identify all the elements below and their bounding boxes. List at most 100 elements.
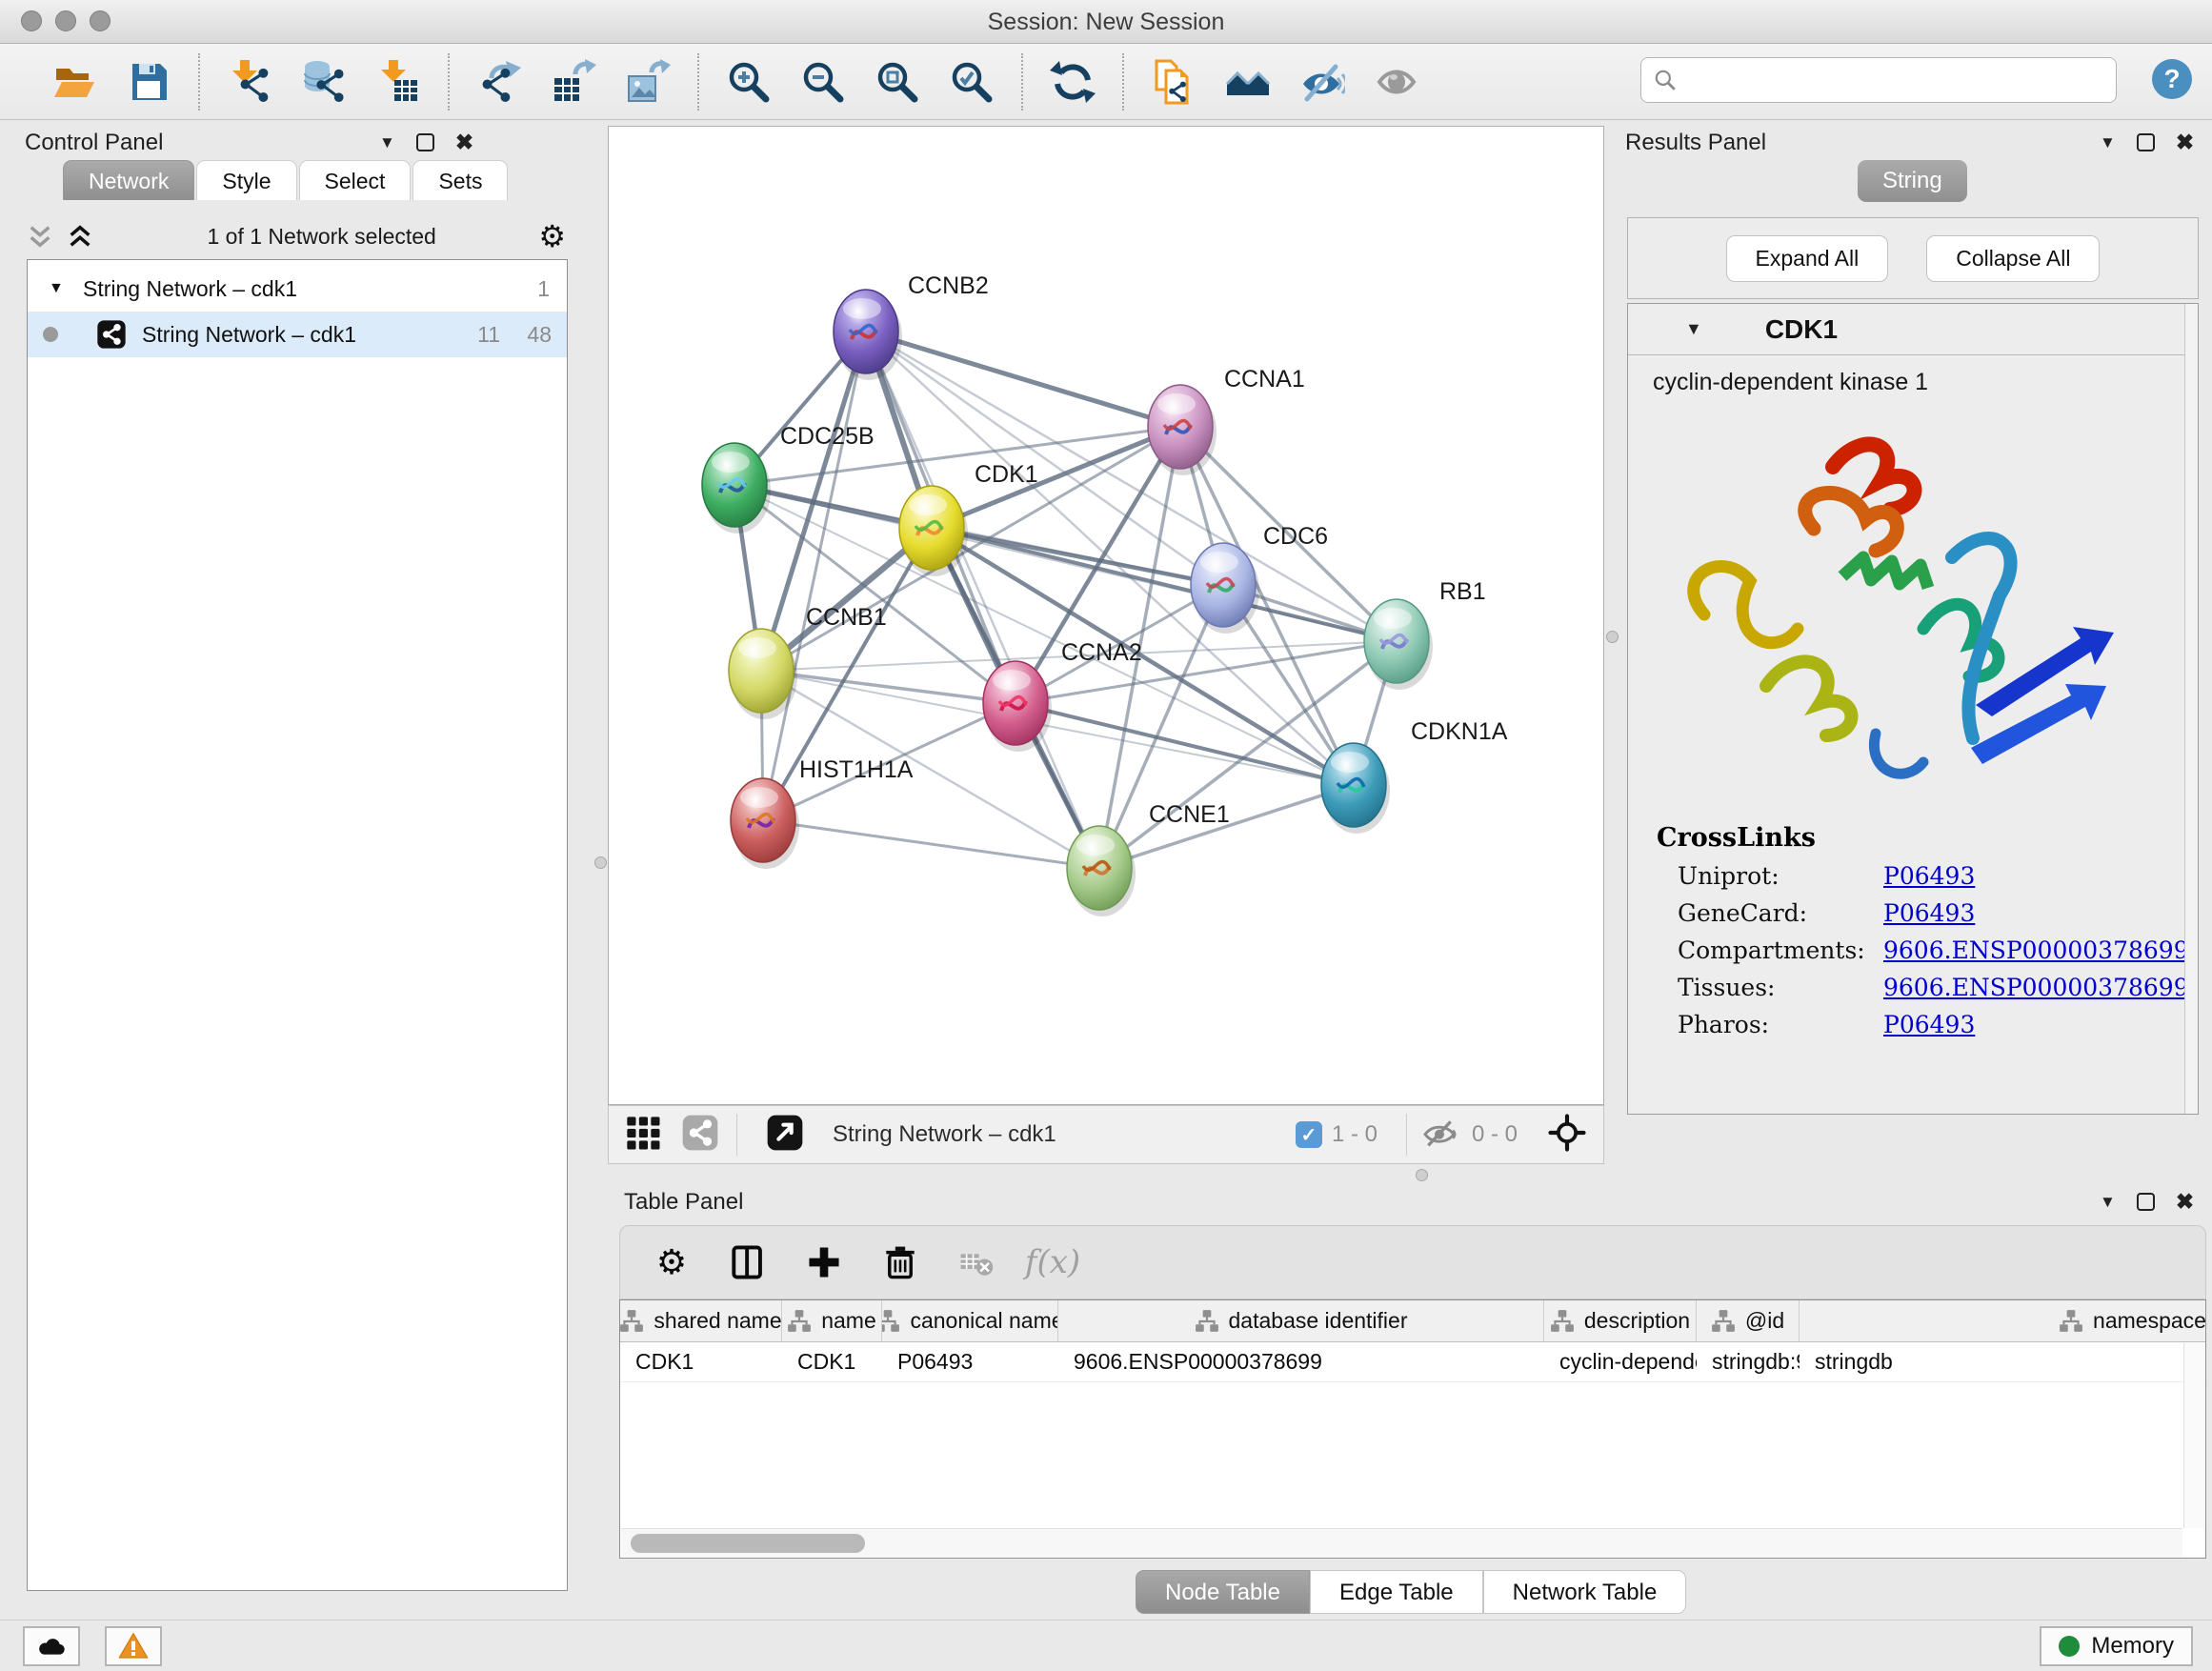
network-tree: ▼ String Network – cdk1 1 String Network… bbox=[27, 259, 568, 1591]
column-header-canonical-name[interactable]: canonical name bbox=[882, 1300, 1058, 1341]
selected-counter: ✓ 1 - 0 bbox=[1296, 1121, 1377, 1148]
tab-sets[interactable]: Sets bbox=[412, 160, 508, 200]
column-header-shared-name[interactable]: shared name bbox=[620, 1300, 782, 1341]
zoom-in-button[interactable] bbox=[724, 57, 774, 107]
birdseye-crosshair-icon[interactable] bbox=[1548, 1114, 1590, 1156]
node-label-CCNB1: CCNB1 bbox=[806, 604, 887, 631]
tab-network[interactable]: Network bbox=[63, 160, 194, 200]
edge-CCNB2-CCNE1[interactable] bbox=[866, 332, 1099, 868]
cloud-button[interactable] bbox=[23, 1626, 80, 1666]
column-header-namespace[interactable]: namespace bbox=[1800, 1300, 2206, 1341]
tab-node-table[interactable]: Node Table bbox=[1136, 1570, 1310, 1614]
collection-expand-icon[interactable]: ▼ bbox=[49, 280, 68, 297]
expand-all-networks-icon[interactable] bbox=[65, 221, 95, 252]
results-scrollbar[interactable] bbox=[2184, 304, 2198, 1114]
column-header--id[interactable]: @id bbox=[1697, 1300, 1800, 1341]
control-panel-menu-icon[interactable]: ▼ bbox=[379, 133, 395, 152]
column-header-database-identifier[interactable]: database identifier bbox=[1058, 1300, 1544, 1341]
scrollbar-thumb[interactable] bbox=[631, 1534, 865, 1553]
memory-label: Memory bbox=[2091, 1633, 2174, 1660]
table-columns-button[interactable] bbox=[727, 1241, 769, 1283]
zoom-out-button[interactable] bbox=[798, 57, 848, 107]
node-label-CDC25B: CDC25B bbox=[780, 423, 875, 450]
show-all-button[interactable] bbox=[1372, 57, 1421, 107]
results-panel-menu-icon[interactable]: ▼ bbox=[2100, 133, 2116, 152]
edge-CCNB2-RB1[interactable] bbox=[866, 332, 1397, 641]
tab-network-table[interactable]: Network Table bbox=[1483, 1570, 1687, 1614]
search-input[interactable] bbox=[1678, 67, 2104, 93]
toolbar-group bbox=[1124, 57, 1446, 107]
warnings-button[interactable] bbox=[105, 1626, 162, 1666]
table-horizontal-scrollbar[interactable] bbox=[621, 1528, 2182, 1557]
network-canvas[interactable]: CCNB2CCNA1CDC25BCDK1CDC6RB1CCNB1CCNA2CDK… bbox=[608, 126, 1604, 1105]
expand-all-button[interactable]: Expand All bbox=[1726, 235, 1889, 282]
horizontal-divider-grip[interactable] bbox=[1416, 1169, 1428, 1181]
results-panel-float-icon[interactable] bbox=[2137, 133, 2155, 151]
export-network-file-button[interactable] bbox=[474, 57, 524, 107]
right-divider-grip[interactable] bbox=[1606, 631, 1619, 643]
import-network-database-button[interactable] bbox=[299, 57, 349, 107]
detach-view-icon[interactable] bbox=[766, 1114, 808, 1156]
string-import-button[interactable] bbox=[1149, 57, 1198, 107]
refresh-button[interactable] bbox=[1048, 57, 1097, 107]
collapse-all-button[interactable]: Collapse All bbox=[1926, 235, 2100, 282]
import-network-file-button[interactable] bbox=[225, 57, 274, 107]
crosslink-link[interactable]: P06493 bbox=[1883, 862, 1975, 890]
tab-style[interactable]: Style bbox=[196, 160, 296, 200]
open-session-button[interactable] bbox=[50, 57, 99, 107]
table-remove-button[interactable] bbox=[955, 1241, 997, 1283]
collapse-all-networks-icon[interactable] bbox=[25, 221, 55, 252]
edge-CCNA2-CDKN1A[interactable] bbox=[1016, 703, 1354, 785]
protein-card-header[interactable]: ▼ CDK1 bbox=[1628, 304, 2198, 355]
table-panel-float-icon[interactable] bbox=[2137, 1193, 2155, 1211]
table-gear-button[interactable]: ⚙ bbox=[651, 1241, 693, 1283]
grid-view-icon[interactable] bbox=[624, 1114, 666, 1156]
control-panel-float-icon[interactable] bbox=[416, 133, 434, 151]
export-image-file-button[interactable] bbox=[623, 57, 673, 107]
left-divider-grip[interactable] bbox=[594, 856, 607, 869]
table-tabs: Node TableEdge TableNetwork Table bbox=[1136, 1570, 1686, 1614]
column-header-description[interactable]: description bbox=[1544, 1300, 1697, 1341]
edge-CCNB2-CCNA1[interactable] bbox=[866, 332, 1180, 427]
crosslink-row: Uniprot:P06493 bbox=[1678, 862, 2198, 890]
hidden-counter: 0 - 0 bbox=[1420, 1114, 1518, 1156]
hide-selected-button[interactable] bbox=[1297, 57, 1347, 107]
memory-button[interactable]: Memory bbox=[2040, 1626, 2193, 1666]
zoom-fit-button[interactable] bbox=[873, 57, 922, 107]
crosslink-link[interactable]: P06493 bbox=[1883, 899, 1975, 927]
save-session-button[interactable] bbox=[124, 57, 173, 107]
network-row[interactable]: String Network – cdk1 11 48 bbox=[28, 312, 567, 357]
crosslink-link[interactable]: 9606.ENSP00000378699 bbox=[1883, 974, 2189, 1001]
crosslink-row: Tissues:9606.ENSP00000378699 bbox=[1678, 974, 2198, 1001]
table-row[interactable]: CDK1CDK1P064939606.ENSP00000378699cyclin… bbox=[620, 1342, 2205, 1382]
table-vertical-scrollbar[interactable] bbox=[2183, 1343, 2204, 1528]
tab-select[interactable]: Select bbox=[299, 160, 412, 200]
table-add-button[interactable] bbox=[803, 1241, 845, 1283]
column-header-name[interactable]: name bbox=[782, 1300, 882, 1341]
toolbar-group bbox=[25, 57, 198, 107]
crosslink-link[interactable]: 9606.ENSP00000378699 bbox=[1883, 936, 2189, 964]
tab-string[interactable]: String bbox=[1858, 160, 1967, 202]
selected-checkbox[interactable]: ✓ bbox=[1296, 1121, 1322, 1148]
network-status-dot bbox=[43, 327, 58, 342]
network-options-gear-icon[interactable]: ⚙ bbox=[538, 218, 566, 254]
import-table-file-button[interactable] bbox=[373, 57, 423, 107]
crosslink-link[interactable]: P06493 bbox=[1883, 1011, 1975, 1038]
table-delete-button[interactable] bbox=[879, 1241, 921, 1283]
control-panel-close-icon[interactable]: ✖ bbox=[455, 130, 473, 155]
edge-HIST1H1A-CCNE1[interactable] bbox=[763, 820, 1099, 868]
protein-collapse-icon[interactable]: ▼ bbox=[1685, 319, 1702, 339]
network-collection-row[interactable]: ▼ String Network – cdk1 1 bbox=[28, 266, 567, 312]
network-overview-icon[interactable] bbox=[681, 1114, 723, 1156]
results-panel-close-icon[interactable]: ✖ bbox=[2176, 130, 2194, 155]
first-neighbors-button[interactable] bbox=[1223, 57, 1273, 107]
tab-edge-table[interactable]: Edge Table bbox=[1310, 1570, 1483, 1614]
zoom-selected-button[interactable] bbox=[947, 57, 996, 107]
table-fx-button[interactable]: f(x) bbox=[1032, 1241, 1074, 1283]
export-table-file-button[interactable] bbox=[549, 57, 598, 107]
search-box bbox=[1640, 57, 2117, 103]
edge-CCNB1-CCNA2[interactable] bbox=[761, 671, 1016, 703]
help-button[interactable]: ? bbox=[2147, 54, 2197, 104]
table-panel-menu-icon[interactable]: ▼ bbox=[2100, 1193, 2116, 1212]
table-panel-close-icon[interactable]: ✖ bbox=[2176, 1189, 2194, 1215]
